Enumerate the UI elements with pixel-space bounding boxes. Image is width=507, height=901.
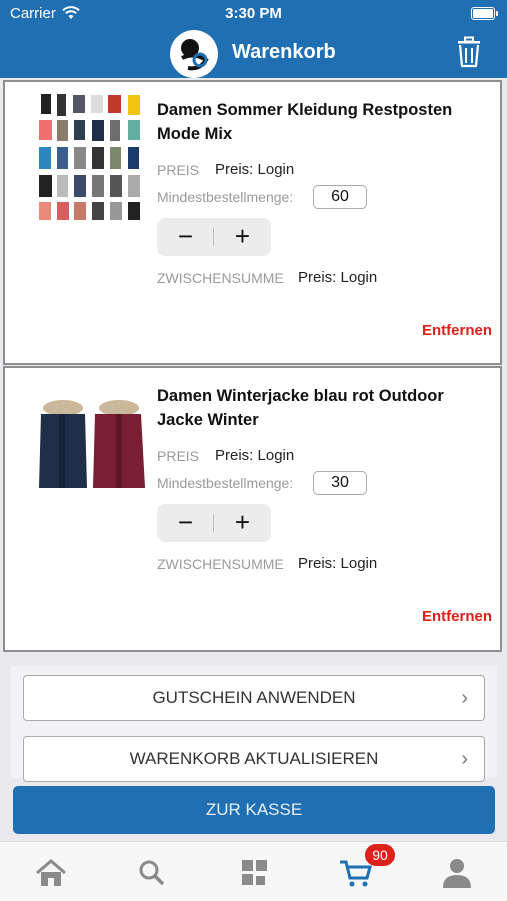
user-icon[interactable] xyxy=(437,856,477,890)
quantity-stepper: − + xyxy=(157,504,271,542)
header-bar: Warenkorb xyxy=(0,28,507,78)
subtotal-label: ZWISCHENSUMME xyxy=(157,556,284,572)
decrement-button[interactable]: − xyxy=(157,218,214,256)
product-image[interactable] xyxy=(33,92,148,222)
product-image[interactable] xyxy=(33,378,148,508)
tab-bar xyxy=(0,841,507,901)
status-bar: Carrier 3:30 PM xyxy=(0,0,507,28)
min-qty-label: Mindestbestellmenge: xyxy=(157,189,294,205)
price-label: PREIS xyxy=(157,448,200,464)
product-name[interactable]: Damen Sommer Kleidung Restposten Mode Mi… xyxy=(157,98,487,146)
trash-icon[interactable] xyxy=(455,36,483,68)
update-cart-button[interactable]: WARENKORB AKTUALISIEREN › xyxy=(23,736,485,782)
clock: 3:30 PM xyxy=(225,5,282,22)
subtotal-value: Preis: Login xyxy=(298,269,378,286)
quantity-field[interactable]: 60 xyxy=(313,185,367,209)
categories-icon[interactable] xyxy=(234,856,274,890)
increment-button[interactable]: + xyxy=(214,504,271,542)
battery-icon xyxy=(471,7,498,20)
price-label: PREIS xyxy=(157,162,200,178)
apply-coupon-button[interactable]: GUTSCHEIN ANWENDEN › xyxy=(23,675,485,721)
min-qty-label: Mindestbestellmenge: xyxy=(157,475,294,491)
apply-coupon-label: GUTSCHEIN ANWENDEN xyxy=(152,688,356,707)
cart-count-badge: 90 xyxy=(365,844,395,866)
cart-actions-panel: GUTSCHEIN ANWENDEN › WARENKORB AKTUALISI… xyxy=(11,666,497,782)
subtotal-label: ZWISCHENSUMME xyxy=(157,270,284,286)
cart-item-card: Damen Winterjacke blau rot Outdoor Jacke… xyxy=(3,366,502,652)
search-icon[interactable] xyxy=(132,856,172,890)
increment-button[interactable]: + xyxy=(214,218,271,256)
page-title: Warenkorb xyxy=(232,41,336,63)
remove-button[interactable]: Entfernen xyxy=(422,608,492,625)
update-cart-label: WARENKORB AKTUALISIEREN xyxy=(129,749,379,768)
subtotal-value: Preis: Login xyxy=(298,555,378,572)
price-value: Preis: Login xyxy=(215,161,295,178)
chevron-right-icon: › xyxy=(461,687,468,709)
price-value: Preis: Login xyxy=(215,447,295,464)
checkout-button[interactable]: ZUR KASSE xyxy=(13,786,495,834)
chevron-right-icon: › xyxy=(461,748,468,770)
quantity-field[interactable]: 30 xyxy=(313,471,367,495)
brand-logo xyxy=(170,30,218,78)
quantity-stepper: − + xyxy=(157,218,271,256)
remove-button[interactable]: Entfernen xyxy=(422,322,492,339)
decrement-button[interactable]: − xyxy=(157,504,214,542)
home-icon[interactable] xyxy=(31,856,71,890)
product-name[interactable]: Damen Winterjacke blau rot Outdoor Jacke… xyxy=(157,384,487,432)
cart-item-card: Damen Sommer Kleidung Restposten Mode Mi… xyxy=(3,80,502,365)
